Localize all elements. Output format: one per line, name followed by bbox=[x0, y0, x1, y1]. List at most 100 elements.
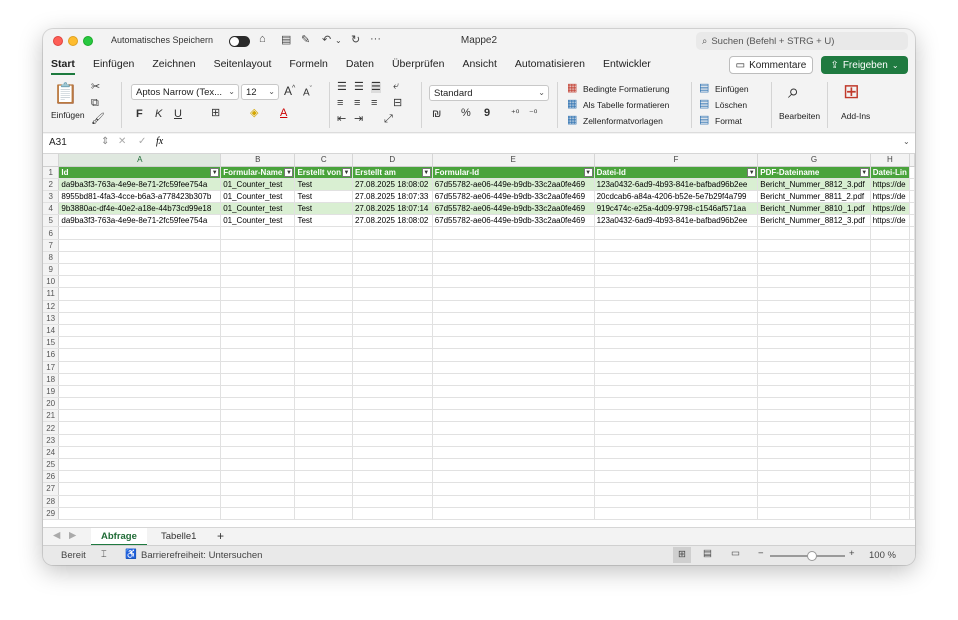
empty-cell[interactable] bbox=[432, 348, 595, 362]
empty-cell[interactable] bbox=[432, 458, 595, 472]
tab-ansicht[interactable]: Ansicht bbox=[462, 54, 496, 76]
table-cell[interactable]: 20cdcab6-a84a-4206-b52e-5e7b29f4a799 bbox=[594, 190, 759, 204]
empty-cell[interactable] bbox=[432, 251, 595, 265]
table-cell[interactable]: 27.08.2025 18:08:02 bbox=[352, 214, 433, 228]
empty-cell[interactable] bbox=[58, 300, 222, 313]
row-header[interactable]: 27 bbox=[43, 482, 60, 496]
insert-cells-button[interactable]: Einfügen bbox=[715, 84, 749, 94]
empty-cell[interactable] bbox=[594, 324, 759, 338]
empty-cell[interactable] bbox=[58, 361, 222, 374]
empty-cell[interactable] bbox=[757, 348, 871, 362]
empty-cell[interactable] bbox=[757, 434, 871, 447]
empty-cell[interactable] bbox=[294, 385, 353, 399]
empty-cell[interactable] bbox=[870, 421, 911, 435]
empty-cell[interactable] bbox=[294, 263, 353, 277]
empty-cell[interactable] bbox=[757, 239, 871, 252]
empty-cell[interactable] bbox=[757, 385, 871, 399]
row-header[interactable]: 14 bbox=[43, 324, 60, 338]
empty-cell[interactable] bbox=[294, 470, 353, 484]
filter-dropdown-icon[interactable]: ▼ bbox=[421, 167, 431, 177]
empty-cell[interactable] bbox=[757, 336, 871, 350]
table-cell[interactable]: da9ba3f3-763a-4e9e-8e71-2fc59fee754a bbox=[58, 214, 222, 228]
row-header[interactable]: 20 bbox=[43, 397, 60, 411]
shrink-font-icon[interactable]: Aˇ bbox=[303, 86, 312, 98]
empty-cell[interactable] bbox=[220, 226, 296, 240]
worksheet-grid[interactable]: ABCDEFGH 1 Id ▼ Formular-Name ▼ Erstellt von ▼… bbox=[43, 154, 915, 527]
zoom-level[interactable]: 100 % bbox=[869, 550, 896, 561]
row-header[interactable]: 29 bbox=[43, 507, 60, 520]
empty-cell[interactable] bbox=[757, 446, 871, 460]
empty-cell[interactable] bbox=[870, 226, 911, 240]
row-header[interactable]: 4 bbox=[43, 202, 60, 216]
empty-cell[interactable] bbox=[352, 275, 433, 289]
table-cell[interactable]: 01_Counter_test bbox=[220, 214, 296, 228]
align-middle-icon[interactable]: ☰ bbox=[354, 82, 364, 93]
empty-cell[interactable] bbox=[594, 239, 759, 252]
table-header-cell[interactable]: Formular-Name ▼ bbox=[220, 166, 296, 179]
empty-cell[interactable] bbox=[220, 312, 296, 325]
empty-cell[interactable] bbox=[352, 312, 433, 325]
table-cell[interactable]: Bericht_Nummer_8812_3.pdf bbox=[757, 214, 871, 228]
cancel-entry-icon[interactable]: ✕ bbox=[118, 136, 126, 147]
increase-decimal-icon[interactable]: ⁺⁰ bbox=[511, 109, 519, 118]
empty-cell[interactable] bbox=[594, 300, 759, 313]
share-button[interactable]: ⇪ Freigeben ⌄ bbox=[821, 56, 908, 74]
empty-cell[interactable] bbox=[352, 263, 433, 277]
empty-cell[interactable] bbox=[294, 458, 353, 472]
empty-cell[interactable] bbox=[432, 373, 595, 386]
empty-cell[interactable] bbox=[352, 397, 433, 411]
empty-cell[interactable] bbox=[870, 458, 911, 472]
empty-cell[interactable] bbox=[757, 251, 871, 265]
row-header[interactable]: 16 bbox=[43, 348, 60, 362]
empty-cell[interactable] bbox=[870, 312, 911, 325]
row-header[interactable]: 22 bbox=[43, 421, 60, 435]
font-name-select[interactable]: Aptos Narrow (Tex... ⌄ bbox=[131, 84, 239, 100]
empty-cell[interactable] bbox=[870, 446, 911, 460]
format-cells-icon[interactable]: ▤ bbox=[699, 115, 709, 126]
empty-cell[interactable] bbox=[594, 397, 759, 411]
format-painter-icon[interactable]: 🖌 bbox=[91, 114, 105, 125]
table-cell[interactable]: https://de bbox=[870, 190, 911, 204]
empty-cell[interactable] bbox=[594, 495, 759, 508]
empty-cell[interactable] bbox=[220, 324, 296, 338]
empty-cell[interactable] bbox=[594, 421, 759, 435]
empty-cell[interactable] bbox=[294, 482, 353, 496]
tab-daten[interactable]: Daten bbox=[346, 54, 374, 76]
empty-cell[interactable] bbox=[58, 385, 222, 399]
empty-cell[interactable] bbox=[352, 434, 433, 447]
empty-cell[interactable] bbox=[58, 312, 222, 325]
empty-cell[interactable] bbox=[870, 434, 911, 447]
empty-cell[interactable] bbox=[432, 361, 595, 374]
filter-dropdown-icon[interactable]: ▼ bbox=[747, 167, 757, 177]
table-cell[interactable]: https://de bbox=[870, 202, 911, 216]
empty-cell[interactable] bbox=[432, 275, 595, 289]
empty-cell[interactable] bbox=[220, 421, 296, 435]
empty-cell[interactable] bbox=[352, 409, 433, 423]
empty-cell[interactable] bbox=[432, 300, 595, 313]
empty-cell[interactable] bbox=[58, 446, 222, 460]
empty-cell[interactable] bbox=[294, 275, 353, 289]
row-header[interactable]: 17 bbox=[43, 361, 60, 374]
empty-cell[interactable] bbox=[352, 239, 433, 252]
tab-formeln[interactable]: Formeln bbox=[289, 54, 328, 76]
empty-cell[interactable] bbox=[757, 507, 871, 520]
empty-cell[interactable] bbox=[352, 300, 433, 313]
filter-dropdown-icon[interactable]: ▼ bbox=[859, 167, 869, 177]
empty-cell[interactable] bbox=[432, 470, 595, 484]
empty-cell[interactable] bbox=[220, 373, 296, 386]
decrease-decimal-icon[interactable]: ⁻⁰ bbox=[529, 109, 537, 118]
table-cell[interactable]: 67d55782-ae06-449e-b9db-33c2aa0fe469 bbox=[432, 190, 595, 204]
empty-cell[interactable] bbox=[870, 263, 911, 277]
empty-cell[interactable] bbox=[58, 226, 222, 240]
align-top-icon[interactable]: ☰ bbox=[337, 82, 347, 93]
empty-cell[interactable] bbox=[220, 300, 296, 313]
tab-seitenlayout[interactable]: Seitenlayout bbox=[214, 54, 272, 76]
minimize-window-button[interactable] bbox=[68, 36, 78, 46]
row-header[interactable]: 6 bbox=[43, 226, 60, 240]
empty-cell[interactable] bbox=[220, 434, 296, 447]
column-header-e[interactable]: E bbox=[432, 154, 595, 167]
table-cell[interactable]: da9ba3f3-763a-4e9e-8e71-2fc59fee754a bbox=[58, 178, 222, 191]
empty-cell[interactable] bbox=[870, 361, 911, 374]
table-header-cell[interactable]: Datei-Lin bbox=[870, 166, 911, 179]
format-cells-button[interactable]: Format bbox=[715, 116, 742, 126]
